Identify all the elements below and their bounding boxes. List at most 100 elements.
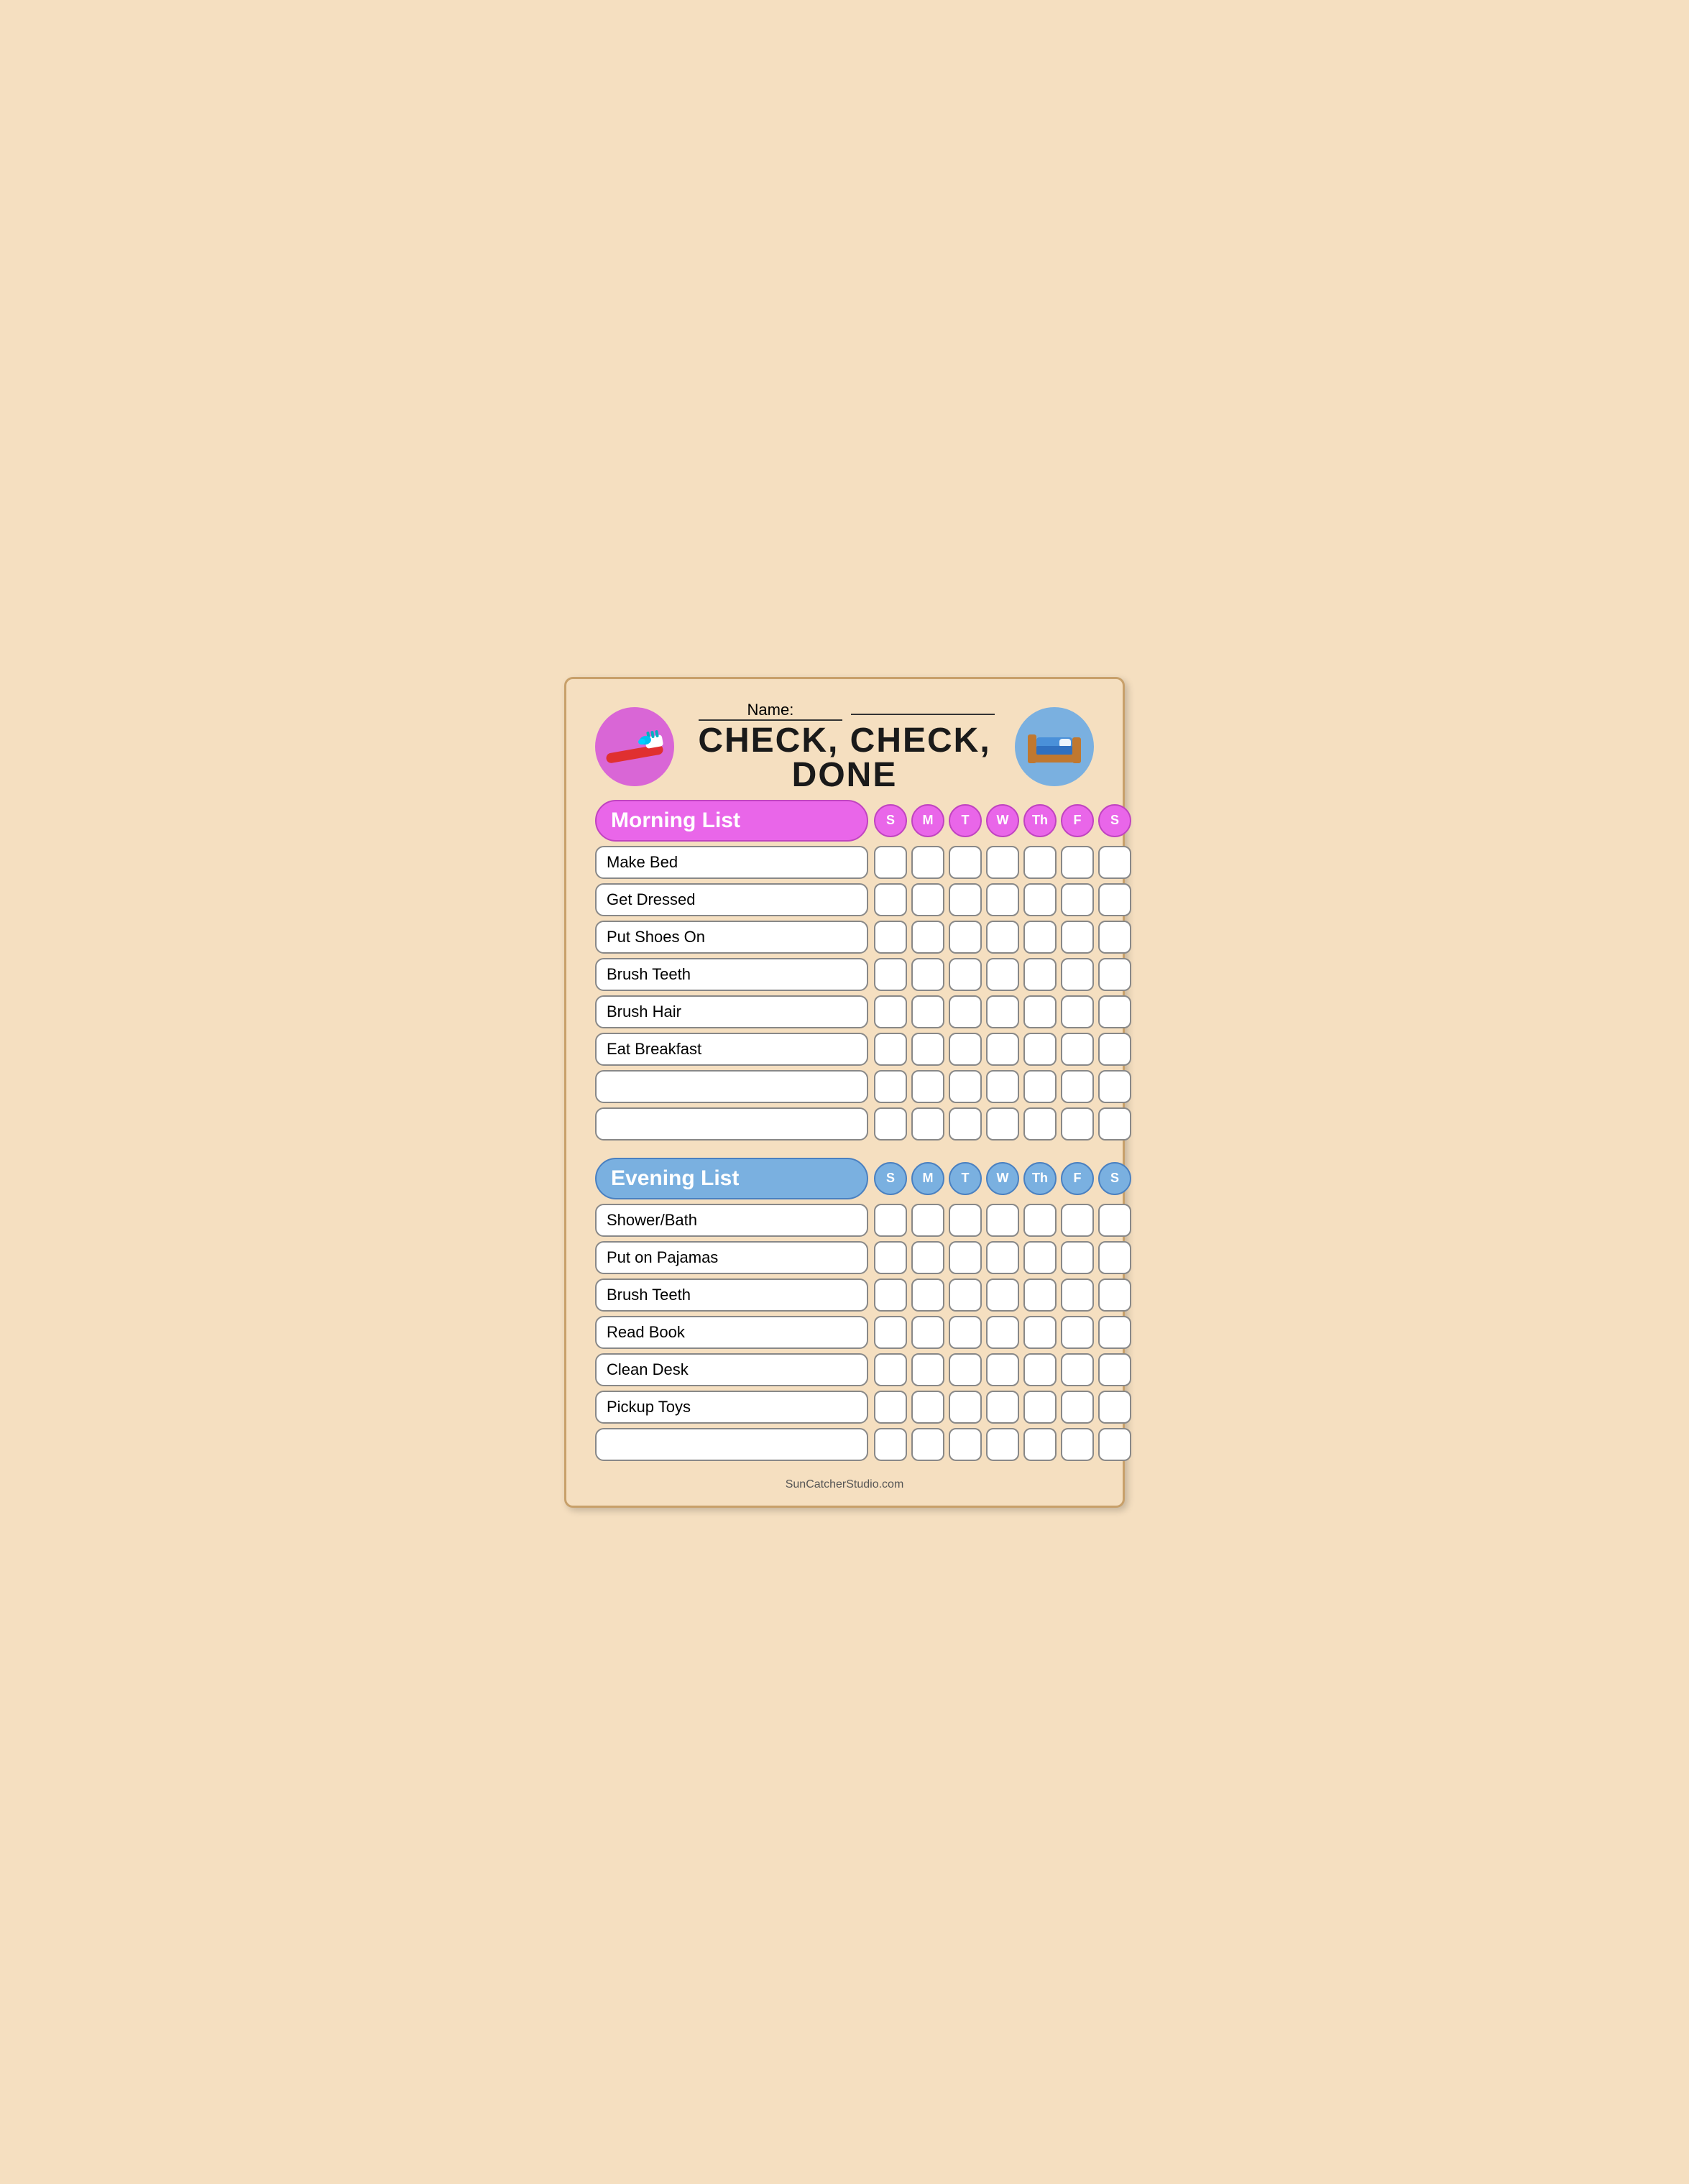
evening-checkbox-4-1[interactable] bbox=[911, 1353, 944, 1386]
morning-checkbox-5-6[interactable] bbox=[1098, 1033, 1131, 1066]
morning-checkbox-1-5[interactable] bbox=[1061, 883, 1094, 916]
evening-checkbox-2-0[interactable] bbox=[874, 1278, 907, 1312]
evening-checkbox-5-2[interactable] bbox=[949, 1391, 982, 1424]
evening-checkbox-2-2[interactable] bbox=[949, 1278, 982, 1312]
evening-checkbox-3-3[interactable] bbox=[986, 1316, 1019, 1349]
morning-checkbox-5-0[interactable] bbox=[874, 1033, 907, 1066]
morning-checkbox-6-5[interactable] bbox=[1061, 1070, 1094, 1103]
evening-checkbox-5-3[interactable] bbox=[986, 1391, 1019, 1424]
evening-checkbox-2-5[interactable] bbox=[1061, 1278, 1094, 1312]
morning-checkbox-7-6[interactable] bbox=[1098, 1107, 1131, 1141]
evening-checkbox-0-5[interactable] bbox=[1061, 1204, 1094, 1237]
morning-checkbox-7-4[interactable] bbox=[1023, 1107, 1057, 1141]
morning-checkbox-5-1[interactable] bbox=[911, 1033, 944, 1066]
evening-checkbox-0-3[interactable] bbox=[986, 1204, 1019, 1237]
evening-checkbox-5-4[interactable] bbox=[1023, 1391, 1057, 1424]
morning-checkbox-6-3[interactable] bbox=[986, 1070, 1019, 1103]
evening-checkbox-4-5[interactable] bbox=[1061, 1353, 1094, 1386]
evening-checkbox-6-3[interactable] bbox=[986, 1428, 1019, 1461]
evening-checkbox-3-1[interactable] bbox=[911, 1316, 944, 1349]
evening-checkbox-1-0[interactable] bbox=[874, 1241, 907, 1274]
evening-checkbox-6-2[interactable] bbox=[949, 1428, 982, 1461]
evening-checkbox-4-6[interactable] bbox=[1098, 1353, 1131, 1386]
morning-checkbox-4-1[interactable] bbox=[911, 995, 944, 1028]
morning-checkbox-3-6[interactable] bbox=[1098, 958, 1131, 991]
evening-checkbox-4-2[interactable] bbox=[949, 1353, 982, 1386]
morning-checkbox-2-1[interactable] bbox=[911, 921, 944, 954]
morning-checkbox-2-6[interactable] bbox=[1098, 921, 1131, 954]
morning-checkbox-2-2[interactable] bbox=[949, 921, 982, 954]
morning-checkbox-1-6[interactable] bbox=[1098, 883, 1131, 916]
evening-checkbox-0-6[interactable] bbox=[1098, 1204, 1131, 1237]
morning-checkbox-1-0[interactable] bbox=[874, 883, 907, 916]
evening-checkbox-0-1[interactable] bbox=[911, 1204, 944, 1237]
morning-checkbox-4-3[interactable] bbox=[986, 995, 1019, 1028]
evening-checkbox-2-6[interactable] bbox=[1098, 1278, 1131, 1312]
evening-checkbox-4-3[interactable] bbox=[986, 1353, 1019, 1386]
morning-checkbox-6-0[interactable] bbox=[874, 1070, 907, 1103]
morning-checkbox-3-0[interactable] bbox=[874, 958, 907, 991]
evening-checkbox-6-1[interactable] bbox=[911, 1428, 944, 1461]
morning-checkbox-1-1[interactable] bbox=[911, 883, 944, 916]
morning-checkbox-4-6[interactable] bbox=[1098, 995, 1131, 1028]
evening-checkbox-6-6[interactable] bbox=[1098, 1428, 1131, 1461]
morning-checkbox-4-2[interactable] bbox=[949, 995, 982, 1028]
morning-checkbox-4-0[interactable] bbox=[874, 995, 907, 1028]
morning-checkbox-1-3[interactable] bbox=[986, 883, 1019, 916]
evening-checkbox-0-4[interactable] bbox=[1023, 1204, 1057, 1237]
evening-checkbox-2-3[interactable] bbox=[986, 1278, 1019, 1312]
evening-checkbox-2-1[interactable] bbox=[911, 1278, 944, 1312]
morning-checkbox-0-3[interactable] bbox=[986, 846, 1019, 879]
morning-checkbox-7-1[interactable] bbox=[911, 1107, 944, 1141]
evening-checkbox-3-2[interactable] bbox=[949, 1316, 982, 1349]
morning-checkbox-0-5[interactable] bbox=[1061, 846, 1094, 879]
morning-checkbox-3-2[interactable] bbox=[949, 958, 982, 991]
evening-checkbox-3-0[interactable] bbox=[874, 1316, 907, 1349]
evening-checkbox-3-5[interactable] bbox=[1061, 1316, 1094, 1349]
evening-checkbox-1-5[interactable] bbox=[1061, 1241, 1094, 1274]
morning-checkbox-4-4[interactable] bbox=[1023, 995, 1057, 1028]
evening-checkbox-6-0[interactable] bbox=[874, 1428, 907, 1461]
morning-checkbox-6-2[interactable] bbox=[949, 1070, 982, 1103]
morning-checkbox-1-4[interactable] bbox=[1023, 883, 1057, 916]
evening-checkbox-1-6[interactable] bbox=[1098, 1241, 1131, 1274]
morning-checkbox-7-3[interactable] bbox=[986, 1107, 1019, 1141]
morning-checkbox-6-4[interactable] bbox=[1023, 1070, 1057, 1103]
evening-checkbox-1-3[interactable] bbox=[986, 1241, 1019, 1274]
evening-checkbox-4-4[interactable] bbox=[1023, 1353, 1057, 1386]
evening-checkbox-5-0[interactable] bbox=[874, 1391, 907, 1424]
evening-checkbox-3-4[interactable] bbox=[1023, 1316, 1057, 1349]
morning-checkbox-2-5[interactable] bbox=[1061, 921, 1094, 954]
morning-checkbox-5-5[interactable] bbox=[1061, 1033, 1094, 1066]
evening-checkbox-5-5[interactable] bbox=[1061, 1391, 1094, 1424]
evening-checkbox-1-4[interactable] bbox=[1023, 1241, 1057, 1274]
evening-checkbox-6-4[interactable] bbox=[1023, 1428, 1057, 1461]
morning-checkbox-1-2[interactable] bbox=[949, 883, 982, 916]
morning-checkbox-0-2[interactable] bbox=[949, 846, 982, 879]
evening-checkbox-3-6[interactable] bbox=[1098, 1316, 1131, 1349]
morning-checkbox-5-4[interactable] bbox=[1023, 1033, 1057, 1066]
morning-checkbox-3-4[interactable] bbox=[1023, 958, 1057, 991]
morning-checkbox-3-5[interactable] bbox=[1061, 958, 1094, 991]
evening-checkbox-0-2[interactable] bbox=[949, 1204, 982, 1237]
morning-checkbox-2-0[interactable] bbox=[874, 921, 907, 954]
morning-checkbox-3-3[interactable] bbox=[986, 958, 1019, 991]
morning-checkbox-6-6[interactable] bbox=[1098, 1070, 1131, 1103]
evening-checkbox-1-2[interactable] bbox=[949, 1241, 982, 1274]
evening-checkbox-5-1[interactable] bbox=[911, 1391, 944, 1424]
morning-checkbox-7-0[interactable] bbox=[874, 1107, 907, 1141]
morning-checkbox-2-3[interactable] bbox=[986, 921, 1019, 954]
evening-checkbox-0-0[interactable] bbox=[874, 1204, 907, 1237]
evening-checkbox-4-0[interactable] bbox=[874, 1353, 907, 1386]
evening-checkbox-2-4[interactable] bbox=[1023, 1278, 1057, 1312]
evening-checkbox-6-5[interactable] bbox=[1061, 1428, 1094, 1461]
morning-checkbox-7-5[interactable] bbox=[1061, 1107, 1094, 1141]
morning-checkbox-0-0[interactable] bbox=[874, 846, 907, 879]
morning-checkbox-5-3[interactable] bbox=[986, 1033, 1019, 1066]
morning-checkbox-2-4[interactable] bbox=[1023, 921, 1057, 954]
evening-checkbox-1-1[interactable] bbox=[911, 1241, 944, 1274]
morning-checkbox-6-1[interactable] bbox=[911, 1070, 944, 1103]
morning-checkbox-0-6[interactable] bbox=[1098, 846, 1131, 879]
morning-checkbox-0-4[interactable] bbox=[1023, 846, 1057, 879]
morning-checkbox-5-2[interactable] bbox=[949, 1033, 982, 1066]
